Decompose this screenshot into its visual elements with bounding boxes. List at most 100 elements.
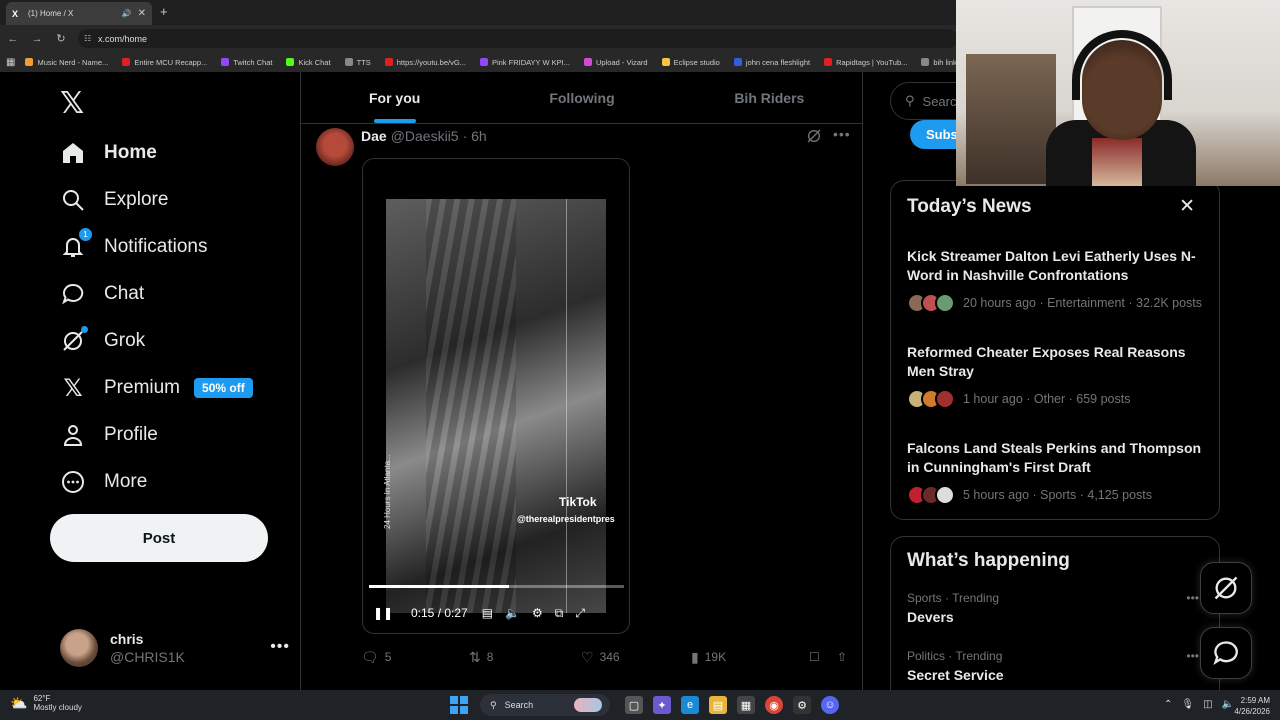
pause-icon[interactable]: ❚❚ (373, 606, 393, 620)
windows-start-icon[interactable] (450, 696, 468, 714)
premium-discount-badge: 50% off (194, 378, 253, 398)
bookmark-item[interactable]: john cena fleshlight (733, 58, 810, 67)
bookmark-favicon-icon (584, 58, 593, 66)
nav-grok[interactable]: Grok (60, 326, 145, 354)
pip-icon[interactable]: ⧉ (555, 606, 564, 621)
browser-tab[interactable]: X (1) Home / X 🔊 ✕ (6, 2, 152, 25)
settings-gear-icon[interactable]: ⚙ (532, 606, 543, 620)
bookmark-item[interactable]: TTS (344, 58, 371, 67)
news-item[interactable]: Reformed Cheater Exposes Real Reasons Me… (907, 343, 1207, 409)
reply-button[interactable]: 🗨 5 (361, 648, 469, 666)
bookmark-item[interactable]: Twitch Chat (221, 58, 272, 67)
more-dots-icon[interactable]: ••• (1186, 649, 1199, 663)
news-item[interactable]: Falcons Land Steals Perkins and Thompson… (907, 439, 1207, 505)
tweet-author-name[interactable]: Dae (361, 128, 387, 144)
bookmark-item[interactable]: Music Nerd - Name... (25, 58, 108, 67)
nav-premium[interactable]: 𝕏 Premium 50% off (60, 375, 253, 402)
tab-title: (1) Home / X (28, 9, 74, 18)
trend-item[interactable]: Politics · Trending Secret Service ••• (907, 649, 1207, 683)
bookmark-icon[interactable]: ☐ (809, 648, 837, 666)
bookmark-item[interactable]: Eclipse studio (661, 58, 720, 67)
tweet[interactable]: Dae @Daeskii5 · 6h ••• TikTok @therealpr… (301, 124, 863, 690)
news-headline: Kick Streamer Dalton Levi Eatherly Uses … (907, 248, 1196, 283)
bookmark-item[interactable]: Pink FRIDAYY W KPI... (479, 58, 570, 67)
news-item[interactable]: Kick Streamer Dalton Levi Eatherly Uses … (907, 247, 1207, 313)
bookmark-item[interactable]: Entire MCU Recapp... (122, 58, 207, 67)
new-tab-button[interactable]: + (160, 4, 168, 19)
nav-notifications[interactable]: 1 Notifications (60, 228, 208, 260)
messages-fab-button[interactable] (1200, 627, 1252, 679)
grok-icon[interactable] (806, 128, 822, 147)
speaker-icon[interactable]: 🔊 (122, 9, 132, 18)
store-icon[interactable]: ▦ (737, 696, 755, 714)
discord-icon[interactable]: ☺ (821, 696, 839, 714)
video-controls: ❚❚ 0:15 / 0:27 ▤ 🔈 ⚙ ⧉ ⤢ (373, 603, 623, 623)
trend-item[interactable]: Sports · Trending Devers ••• (907, 591, 1207, 625)
view-count: 19K (704, 650, 727, 664)
clock[interactable]: 2:59 AM 4/26/2026 (1234, 695, 1270, 717)
trend-category: Politics · Trending (907, 649, 1003, 663)
news-meta: 5 hours ago · Sports · 4,125 posts (963, 488, 1152, 502)
fullscreen-icon[interactable]: ⤢ (575, 606, 585, 621)
bookmark-favicon-icon (25, 58, 34, 66)
weather-widget[interactable]: ⛅ 62°F Mostly cloudy (10, 694, 82, 712)
video-player[interactable]: TikTok @therealpresidentpres 24 Hours In… (362, 158, 630, 634)
news-avatars (907, 293, 955, 313)
nav-profile[interactable]: Profile (60, 422, 158, 448)
close-tab-icon[interactable]: ✕ (138, 8, 146, 19)
volume-icon[interactable]: 🔈 (505, 606, 520, 620)
file-explorer-icon[interactable]: ▤ (709, 696, 727, 714)
captions-icon[interactable]: ▤ (482, 606, 493, 620)
bookmark-item[interactable]: Kick Chat (286, 58, 331, 67)
task-view-icon[interactable]: ▢ (625, 696, 643, 714)
bookmark-label: https://youtu.be/vG... (396, 57, 466, 67)
reload-icon[interactable]: ↻ (50, 32, 72, 45)
tab-following[interactable]: Following (488, 72, 675, 123)
nav-chat[interactable]: Chat (60, 281, 144, 307)
mic-icon[interactable]: 🎙 (1181, 699, 1194, 710)
like-button[interactable]: ♡ 346 (581, 648, 691, 666)
bookmark-favicon-icon (661, 58, 670, 66)
more-dots-icon[interactable]: ••• (1186, 591, 1199, 605)
nav-more[interactable]: More (60, 469, 147, 495)
forward-icon[interactable]: → (26, 33, 48, 45)
bookmark-item[interactable]: Upload - Vizard (584, 58, 648, 67)
cam-shirt-print (1092, 138, 1142, 186)
more-dots-icon[interactable]: ••• (833, 126, 851, 142)
network-icon[interactable]: ◫ (1203, 699, 1212, 710)
more-dots-icon[interactable]: ••• (270, 638, 290, 656)
tweet-author-handle[interactable]: @Daeskii5 (391, 128, 459, 144)
nav-home[interactable]: Home (60, 140, 157, 166)
nav-label: Home (104, 142, 157, 163)
taskbar-search[interactable]: ⚲ Search (480, 694, 610, 716)
tab-for-you[interactable]: For you (301, 72, 488, 123)
tweet-actions: 🗨 5 ⇅ 8 ♡ 346 ▮ 19K ☐ ⇧ (361, 648, 851, 666)
edge-icon[interactable]: e (681, 696, 699, 714)
avatar[interactable] (316, 128, 354, 166)
site-info-icon[interactable]: ☷ (84, 34, 91, 43)
tweet-time[interactable]: · 6h (463, 128, 487, 144)
app-icon[interactable]: ⚙ (793, 696, 811, 714)
volume-icon[interactable]: 🔈 (1222, 699, 1234, 710)
back-icon[interactable]: ← (2, 33, 24, 45)
account-switcher[interactable]: chris @CHRIS1K ••• (60, 628, 290, 668)
grok-fab-button[interactable] (1200, 562, 1252, 614)
bookmark-item[interactable]: Rapidtags | YouTub... (824, 58, 907, 67)
video-progress-bar[interactable] (369, 585, 624, 588)
tab-bih-riders[interactable]: Bih Riders (676, 72, 863, 123)
repost-button[interactable]: ⇅ 8 (469, 648, 581, 666)
chevron-up-icon[interactable]: ⌃ (1164, 699, 1172, 710)
trend-title: Devers (907, 609, 954, 625)
apps-icon[interactable]: ▦ (6, 57, 15, 68)
url-field[interactable]: ☷ x.com/home (78, 29, 958, 48)
chrome-icon[interactable]: ◉ (765, 696, 783, 714)
x-logo-icon[interactable]: 𝕏 (60, 86, 84, 121)
post-button[interactable]: Post (50, 514, 268, 562)
views-button[interactable]: ▮ 19K (691, 648, 809, 666)
bookmark-item[interactable]: https://youtu.be/vG... (384, 57, 466, 67)
bookmark-item[interactable]: bih links (921, 58, 961, 67)
copilot-icon[interactable]: ✦ (653, 696, 671, 714)
nav-explore[interactable]: Explore (60, 187, 168, 213)
close-icon[interactable]: ✕ (1179, 195, 1195, 218)
share-icon[interactable]: ⇧ (837, 648, 847, 666)
